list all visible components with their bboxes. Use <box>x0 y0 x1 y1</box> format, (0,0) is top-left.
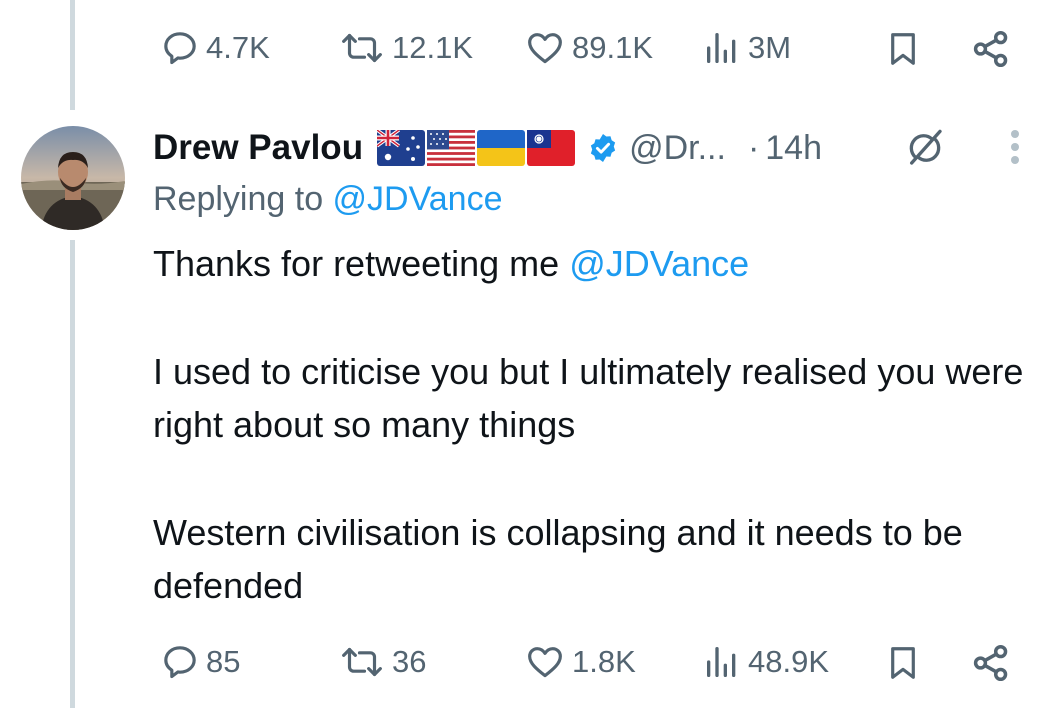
more-icon-dot <box>1011 143 1019 151</box>
top-repost-button[interactable]: 12.1K <box>338 28 473 68</box>
tweet-timestamp[interactable]: 14h <box>765 129 822 168</box>
top-like-count: 89.1K <box>572 30 654 65</box>
bookmark-icon <box>891 33 915 65</box>
reply-icon <box>164 32 196 65</box>
views-icon <box>707 33 736 63</box>
share-button[interactable] <box>970 642 1012 684</box>
top-reply-button[interactable]: 4.7K <box>160 28 270 68</box>
repost-count: 36 <box>392 644 427 679</box>
author-name[interactable]: Drew Pavlou <box>153 128 363 168</box>
replying-to-mention[interactable]: @JDVance <box>333 180 503 218</box>
tweet-action-bar: 85 36 1.8K 48.9K <box>0 632 1050 692</box>
top-like-button[interactable]: 89.1K <box>524 28 653 68</box>
reply-icon <box>164 646 196 679</box>
top-views-count: 3M <box>748 30 792 65</box>
top-bookmark-button[interactable] <box>884 28 922 70</box>
replying-to-label: Replying to <box>153 180 333 218</box>
header-separator: · <box>747 128 760 167</box>
bookmark-button[interactable] <box>884 642 922 684</box>
reply-button[interactable]: 85 <box>160 642 240 682</box>
author-handle[interactable]: @Dr... <box>629 129 726 168</box>
tweet-text-line-1: Thanks for retweeting me @JDVance <box>153 237 1033 290</box>
like-icon <box>528 33 562 64</box>
share-icon <box>973 30 1008 68</box>
more-icon-dot <box>1011 156 1019 164</box>
verified-badge-icon <box>590 134 616 162</box>
grok-icon <box>909 129 942 165</box>
top-action-bar: 4.7K 12.1K 89.1K 3M <box>0 18 1050 78</box>
like-button[interactable]: 1.8K <box>524 642 636 682</box>
reply-count: 85 <box>206 644 241 679</box>
author-flags <box>377 130 577 166</box>
ukraine-flag-icon <box>477 130 526 166</box>
top-repost-count: 12.1K <box>392 30 474 65</box>
tweet-header: Drew Pavlou @Dr... · 14h <box>153 122 822 174</box>
top-views-button[interactable]: 3M <box>702 28 791 68</box>
more-options-button[interactable] <box>1001 128 1031 168</box>
like-icon <box>528 647 562 678</box>
like-count: 1.8K <box>572 644 636 679</box>
tweet-text-thanks: Thanks for retweeting me <box>153 243 570 284</box>
body-mention[interactable]: @JDVance <box>569 243 749 284</box>
top-share-button[interactable] <box>970 28 1012 70</box>
views-button[interactable]: 48.9K <box>702 642 829 682</box>
views-count: 48.9K <box>748 644 830 679</box>
more-icon <box>1011 130 1019 138</box>
usa-flag-icon <box>427 130 476 166</box>
repost-icon <box>342 33 382 63</box>
replying-to: Replying to @JDVance <box>153 180 503 219</box>
australia-flag-icon <box>377 130 426 166</box>
grok-button[interactable] <box>905 128 945 173</box>
taiwan-flag-icon <box>527 130 576 166</box>
avatar[interactable] <box>21 126 125 230</box>
repost-icon <box>342 647 382 677</box>
share-icon <box>973 644 1008 682</box>
views-icon <box>707 647 736 677</box>
tweet-text-paragraph-3: Western civilisation is collapsing and i… <box>153 512 963 606</box>
top-reply-count: 4.7K <box>206 30 270 65</box>
avatar-photo <box>21 126 125 230</box>
bookmark-icon <box>891 647 915 679</box>
repost-button[interactable]: 36 <box>338 642 426 682</box>
tweet-text-paragraph-2: I used to criticise you but I ultimately… <box>153 351 1024 445</box>
